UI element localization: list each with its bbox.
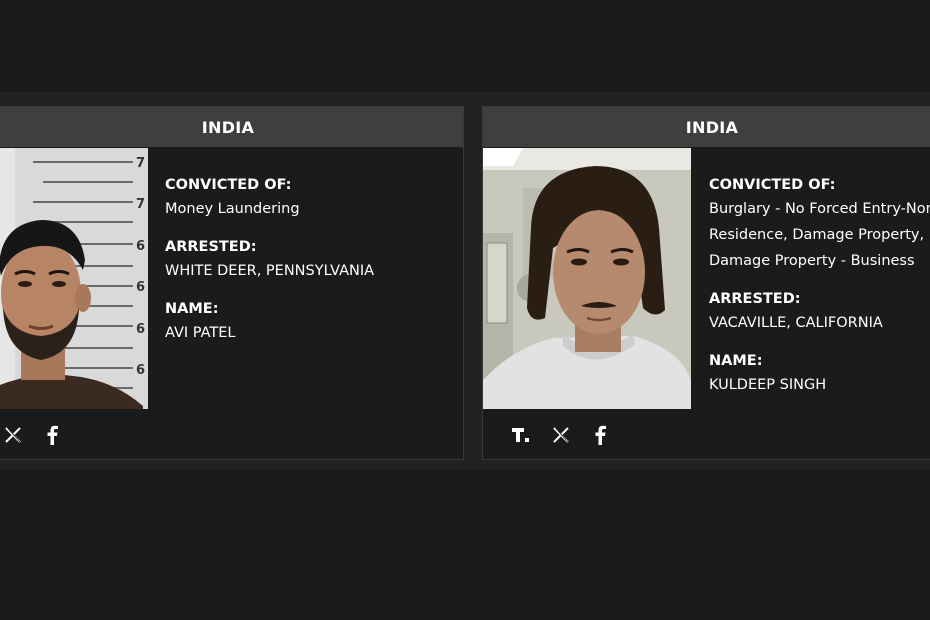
convicted-label: CONVICTED OF: xyxy=(165,177,292,193)
ruler-digit: 7 xyxy=(136,197,145,212)
convicted-label: CONVICTED OF: xyxy=(709,177,836,193)
card-country-header: INDIA xyxy=(0,107,463,147)
mugshot-photo-image xyxy=(483,148,691,409)
convicted-value: Burglary - No Forced Entry-Non Residence… xyxy=(709,196,930,274)
ruler-digit: 6 xyxy=(136,363,145,378)
offender-info: CONVICTED OF: Money Laundering ARRESTED:… xyxy=(165,174,374,360)
convicted-value: Money Laundering xyxy=(165,196,374,222)
mugshot-card[interactable]: INDIA 7 7 6 6 6 6 CONVICTED OF: Money La… xyxy=(0,106,464,460)
name-label: NAME: xyxy=(165,301,219,317)
ruler-digit: 6 xyxy=(136,280,145,295)
social-share-bar xyxy=(511,425,611,445)
facebook-icon[interactable] xyxy=(591,425,611,445)
card-country-header: INDIA xyxy=(483,107,930,147)
arrested-label: ARRESTED: xyxy=(165,239,257,255)
mugshot-photo[interactable] xyxy=(483,148,691,409)
mugshot-card[interactable]: INDIA CONVICTED OF: Burglary - No Forced… xyxy=(482,106,930,460)
name-value: AVI PATEL xyxy=(165,325,236,341)
x-icon[interactable] xyxy=(3,425,23,445)
ruler-digit: 6 xyxy=(136,322,145,337)
convicted-line: Damage Property - Business xyxy=(709,253,915,269)
truthsocial-icon[interactable] xyxy=(511,425,531,445)
ruler-digit: 6 xyxy=(136,239,145,254)
mugshot-photo-image: 7 7 6 6 6 6 xyxy=(0,148,148,409)
arrested-value: WHITE DEER, PENNSYLVANIA xyxy=(165,263,375,279)
name-label: NAME: xyxy=(709,353,763,369)
convicted-line: Money Laundering xyxy=(165,201,300,217)
facebook-icon[interactable] xyxy=(43,425,63,445)
social-share-bar xyxy=(3,425,63,445)
convicted-line: Residence, Damage Property, xyxy=(709,227,925,243)
country-label: INDIA xyxy=(685,117,739,137)
country-label: INDIA xyxy=(201,117,255,137)
top-band xyxy=(0,0,930,92)
name-value: KULDEEP SINGH xyxy=(709,377,827,393)
convicted-line: Burglary - No Forced Entry-Non xyxy=(709,201,930,217)
offender-info: CONVICTED OF: Burglary - No Forced Entry… xyxy=(709,174,930,412)
arrested-value: VACAVILLE, CALIFORNIA xyxy=(709,315,883,331)
ruler-digit: 7 xyxy=(136,156,145,171)
x-icon[interactable] xyxy=(551,425,571,445)
mugshot-photo[interactable]: 7 7 6 6 6 6 xyxy=(0,148,148,409)
arrested-label: ARRESTED: xyxy=(709,291,801,307)
